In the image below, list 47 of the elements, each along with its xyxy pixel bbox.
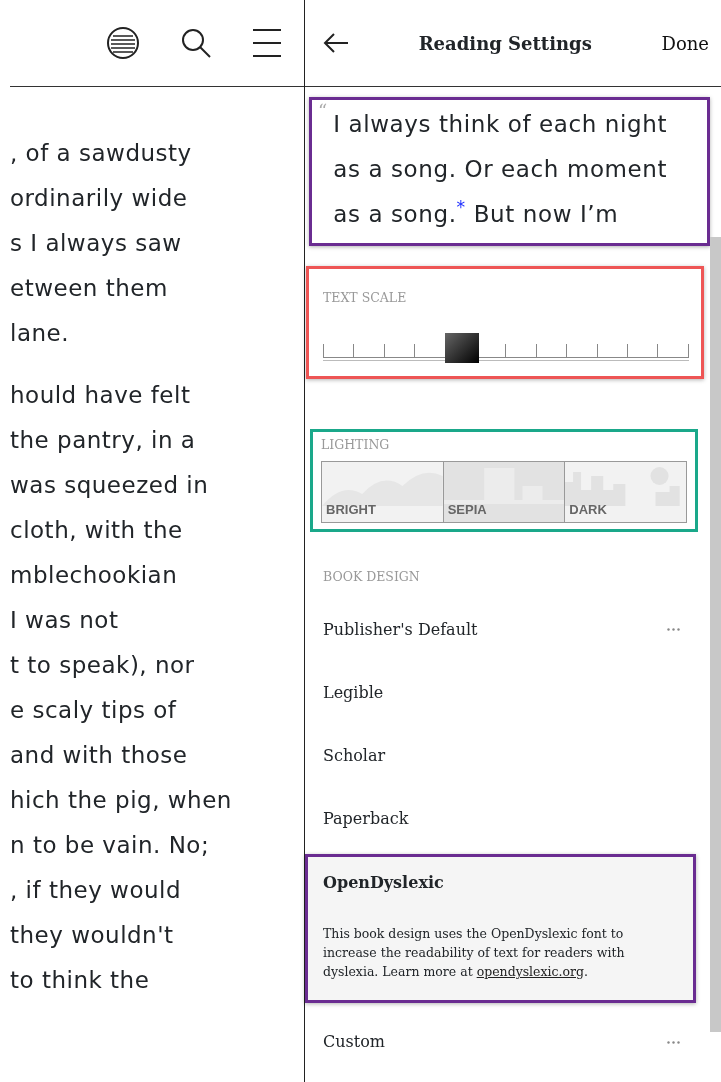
- book-design-item[interactable]: Custom: [305, 1010, 710, 1074]
- lighting-option[interactable]: SEPIA: [443, 461, 566, 522]
- section-label: LIGHTING: [321, 435, 391, 454]
- done-button[interactable]: Done: [661, 29, 709, 57]
- book-text-line: etween them: [10, 274, 169, 303]
- book-text-line: , if they would: [10, 876, 183, 905]
- book-design-item[interactable]: OpenDyslexic This book design uses the OpenDyslexic font to increase the readability of text for readers with dyslexia. Learn more at opendyslexic.org.: [305, 854, 696, 1003]
- settings-title: Reading Settings: [417, 31, 593, 56]
- book-text-line: n to be vain. No;: [10, 831, 211, 860]
- book-design-item[interactable]: Scholar: [305, 724, 710, 788]
- preview-text-line: as a song.$^{*}$ But now I’m: [333, 196, 620, 229]
- book-text-line: cloth, with the: [10, 516, 184, 545]
- book-text-line: hould have felt: [10, 381, 192, 410]
- more-icon[interactable]: [667, 1040, 680, 1044]
- list-circle-icon[interactable]: [106, 26, 140, 60]
- book-design-item[interactable]: Legible: [305, 661, 710, 725]
- menu-icon[interactable]: [252, 28, 282, 58]
- book-text-line: to think the: [10, 966, 151, 995]
- book-text-line: was squeezed in: [10, 471, 210, 500]
- lighting-option[interactable]: DARK: [565, 461, 686, 522]
- section-label: BOOK DESIGN: [323, 567, 421, 586]
- book-text-line: ordinarily wide: [10, 184, 189, 213]
- book-design-item[interactable]: Paperback: [305, 787, 710, 851]
- search-icon[interactable]: [180, 27, 212, 59]
- book-text-line: hich the pig, when: [10, 786, 233, 815]
- book-text-line: s I always saw: [10, 229, 183, 258]
- scrollbar[interactable]: [710, 237, 721, 1032]
- book-text-line: lane.: [10, 319, 71, 348]
- book-design-item[interactable]: Publisher's Default: [305, 598, 710, 662]
- section-label: TEXT SCALE: [323, 289, 408, 307]
- back-arrow-icon[interactable]: [323, 32, 349, 54]
- book-text-line: and with those: [10, 741, 189, 770]
- book-text-line: I was not: [10, 606, 120, 635]
- website-link[interactable]: opendyslexic.org: [476, 963, 585, 979]
- book-text-line: , of a sawdusty: [10, 139, 193, 168]
- book-text-line: mblechookian: [10, 561, 179, 590]
- book-text-line: the pantry, in a: [10, 426, 197, 455]
- lighting-option[interactable]: BRIGHT: [322, 461, 444, 522]
- more-icon[interactable]: [667, 628, 680, 632]
- design-description: This book design uses the OpenDyslexic font to increase the readability of text for readers with dyslexia. Learn more at opendyslexic.org.: [323, 925, 626, 981]
- book-text-line: e scaly tips of: [10, 696, 178, 725]
- slider-thumb[interactable]: [445, 332, 480, 363]
- book-text-line: t to speak), nor: [10, 651, 196, 680]
- preview-text-line: I always think of each night: [333, 110, 668, 139]
- book-text-line: they wouldn't: [10, 921, 175, 950]
- quote-mark: “: [318, 102, 328, 123]
- preview-text-line: as a song. Or each moment: [333, 155, 668, 184]
